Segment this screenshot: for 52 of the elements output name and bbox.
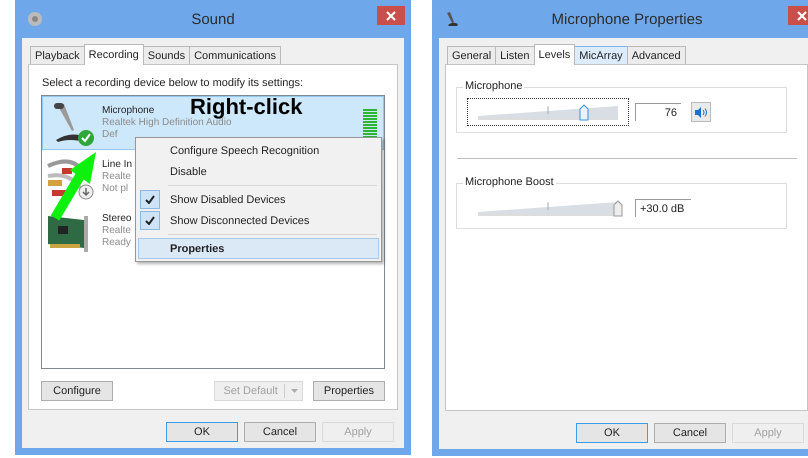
close-icon: [797, 10, 807, 20]
slider-thumb[interactable]: [579, 104, 590, 121]
menu-item[interactable]: Show Disconnected Devices: [138, 210, 379, 231]
tab[interactable]: General: [447, 46, 496, 64]
device-name: Stereo: [102, 213, 132, 225]
window-title: Sound: [190, 10, 236, 28]
instruction-text: Select a recording device below to modify its settings:: [42, 77, 304, 89]
menu-item[interactable]: Show Disabled Devices: [138, 189, 379, 210]
tab[interactable]: Levels: [534, 44, 576, 65]
device-item[interactable]: Stereo Realte Ready: [42, 204, 132, 258]
device-description: Realte: [102, 225, 131, 237]
device-name: Line In: [102, 159, 132, 171]
menu-item[interactable]: Disable: [138, 161, 379, 182]
microphone-icon: [444, 11, 460, 27]
level-value[interactable]: 76: [635, 103, 681, 121]
tab[interactable]: Sounds: [142, 46, 190, 64]
tab[interactable]: Advanced: [626, 46, 686, 64]
tab[interactable]: Recording: [84, 44, 144, 65]
device-description: Realtek High Definition Audio: [102, 117, 232, 129]
caret-icon: [290, 389, 298, 393]
dialog-button[interactable]: OK: [166, 422, 238, 442]
group-title: Microphone Boost: [463, 176, 556, 188]
panel-button[interactable]: Properties: [312, 381, 385, 401]
dialog-button[interactable]: Cancel: [654, 423, 726, 443]
dialog-button[interactable]: Cancel: [244, 422, 316, 442]
level-value[interactable]: +30.0 dB: [635, 199, 691, 217]
device-status: Not pl: [102, 183, 128, 195]
checkmark-icon: [145, 195, 155, 204]
group-title: Microphone: [463, 80, 524, 92]
annotation-text: Right-click: [190, 96, 302, 118]
menu-item[interactable]: Properties: [138, 238, 379, 259]
tab[interactable]: Playback: [30, 46, 85, 64]
level-slider[interactable]: [467, 98, 629, 126]
device-name: Microphone: [102, 105, 154, 117]
slider-thumb[interactable]: [613, 200, 623, 217]
tab[interactable]: Communications: [189, 46, 282, 64]
speaker-button[interactable]: [691, 102, 711, 122]
window-title: Microphone Properties: [550, 10, 704, 28]
tab[interactable]: Listen: [495, 46, 534, 64]
tab[interactable]: MicArray: [574, 46, 628, 64]
device-status: Ready: [102, 237, 131, 249]
arrow: [50, 152, 96, 221]
close-icon: [386, 10, 396, 20]
device-status: Def: [102, 129, 118, 141]
device-description: Realte: [102, 171, 131, 183]
close-button[interactable]: [788, 6, 808, 25]
checkmark-icon: [145, 216, 155, 225]
sound-card-icon: [48, 216, 88, 252]
device-item[interactable]: Line In Realte Not pl: [42, 150, 134, 204]
panel-button[interactable]: Configure: [41, 381, 113, 401]
dialog-button[interactable]: OK: [576, 423, 648, 443]
close-button[interactable]: [377, 6, 405, 25]
